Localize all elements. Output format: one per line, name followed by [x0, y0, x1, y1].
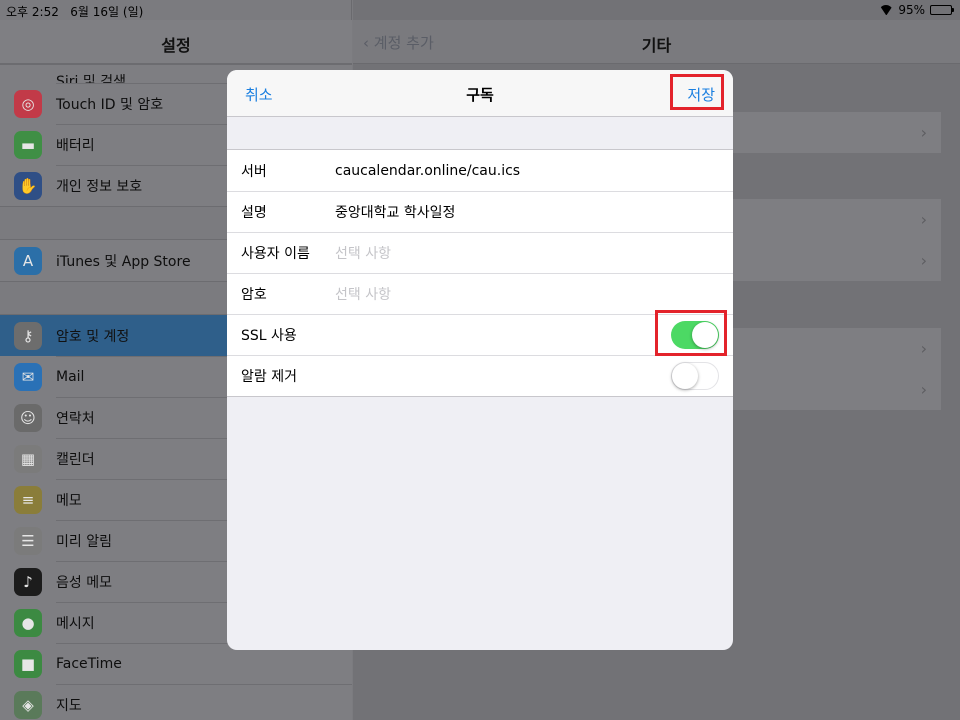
sidebar-item-label: 메시지	[56, 615, 95, 632]
password-field[interactable]: 선택 사항	[335, 284, 391, 304]
notes-icon: ≡	[14, 485, 42, 514]
sidebar-title: 설정	[161, 36, 191, 55]
server-field[interactable]: caucalendar.online/cau.ics	[335, 163, 520, 179]
hand-icon: ✋	[14, 171, 42, 200]
sidebar-item[interactable]: ◈ 지도	[0, 684, 352, 720]
chevron-right-icon: ›	[920, 339, 927, 358]
voice-memo-icon: ♪	[14, 567, 42, 596]
save-button[interactable]: 저장	[687, 84, 715, 105]
sidebar-item-label: 메모	[56, 492, 82, 509]
sidebar-item-label: 지도	[56, 697, 82, 714]
chevron-right-icon: ›	[920, 251, 927, 270]
sidebar-item-label: Siri 및 검색	[56, 74, 126, 83]
toggle-knob	[672, 363, 698, 389]
sidebar-item-label: Touch ID 및 암호	[56, 96, 164, 113]
chevron-right-icon: ›	[920, 210, 927, 229]
sidebar-item-label: iTunes 및 App Store	[56, 253, 191, 270]
subscription-modal: 취소 구독 저장 서버 caucalendar.online/cau.ics 설…	[227, 70, 733, 650]
subscription-form: 서버 caucalendar.online/cau.ics 설명 중앙대학교 학…	[227, 149, 733, 397]
password-label: 암호	[241, 286, 267, 303]
ssl-label: SSL 사용	[241, 327, 297, 344]
description-row[interactable]: 설명 중앙대학교 학사일정	[227, 191, 733, 232]
wifi-icon	[879, 5, 893, 15]
server-label: 서버	[241, 163, 267, 180]
description-label: 설명	[241, 204, 267, 221]
detail-row[interactable]: ›	[733, 328, 941, 369]
sidebar-item-label: 캘린더	[56, 451, 95, 468]
battery-icon	[930, 5, 954, 15]
remove-alarms-row: 알람 제거	[227, 355, 733, 396]
sidebar-item-label: 미리 알림	[56, 533, 112, 550]
toggle-knob	[692, 322, 718, 348]
detail-row[interactable]: ›	[733, 199, 941, 240]
chevron-right-icon: ›	[920, 380, 927, 399]
sidebar-item-label: FaceTime	[56, 655, 122, 672]
sidebar-item-label: 음성 메모	[56, 574, 112, 591]
calendar-icon: ▦	[14, 444, 42, 473]
modal-title: 구독	[466, 86, 494, 104]
maps-icon: ◈	[14, 690, 42, 719]
fingerprint-icon: ◎	[14, 89, 42, 118]
sidebar-item-label: 배터리	[56, 137, 95, 154]
ssl-row: SSL 사용	[227, 314, 733, 355]
messages-icon: ●	[14, 608, 42, 637]
detail-header: ‹ 계정 추가 기타	[353, 20, 960, 64]
status-time: 오후 2:52	[6, 5, 59, 19]
sidebar-item-label: Mail	[56, 368, 85, 385]
ssl-toggle[interactable]	[671, 321, 719, 349]
contacts-icon: ☺	[14, 403, 42, 432]
status-time-date: 오후 2:52 6월 16일 (일)	[6, 3, 143, 20]
chevron-right-icon: ›	[920, 123, 927, 142]
remove-alarms-label: 알람 제거	[241, 368, 297, 385]
password-row[interactable]: 암호 선택 사항	[227, 273, 733, 314]
mail-icon: ✉	[14, 362, 42, 391]
username-label: 사용자 이름	[241, 245, 310, 262]
detail-row[interactable]: ›	[733, 112, 941, 153]
description-field[interactable]: 중앙대학교 학사일정	[335, 202, 455, 222]
detail-row[interactable]: ›	[733, 240, 941, 281]
battery-percent: 95%	[898, 3, 925, 17]
username-field[interactable]: 선택 사항	[335, 243, 391, 263]
reminders-icon: ☰	[14, 526, 42, 555]
detail-title: 기타	[641, 36, 672, 55]
status-date: 6월 16일 (일)	[70, 5, 144, 19]
status-bar: 오후 2:52 6월 16일 (일) 95%	[0, 0, 960, 20]
sidebar-item-label: 개인 정보 보호	[56, 178, 143, 195]
app-store-icon: A	[14, 246, 42, 275]
remove-alarms-toggle[interactable]	[671, 362, 719, 390]
battery-icon: ▬	[14, 130, 42, 159]
server-row[interactable]: 서버 caucalendar.online/cau.ics	[227, 150, 733, 191]
sidebar-item-label: 연락처	[56, 410, 95, 427]
detail-row[interactable]: ›	[733, 369, 941, 410]
username-row[interactable]: 사용자 이름 선택 사항	[227, 232, 733, 273]
sidebar-header: 설정	[0, 20, 352, 64]
sidebar-item-label: 암호 및 계정	[56, 328, 130, 345]
facetime-icon: ■	[14, 649, 42, 678]
modal-navbar: 취소 구독 저장	[227, 70, 733, 117]
status-indicators: 95%	[879, 3, 954, 17]
key-icon: ⚷	[14, 321, 42, 350]
